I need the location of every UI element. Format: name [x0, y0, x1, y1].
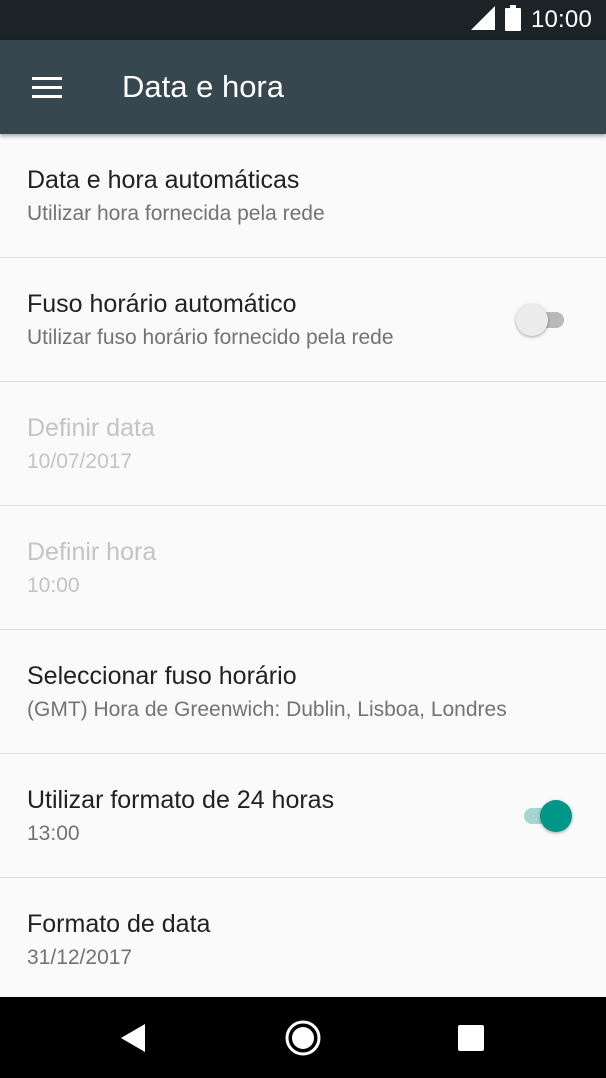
setting-subtitle: 10/07/2017	[27, 450, 133, 473]
recents-icon[interactable]	[431, 997, 511, 1078]
use-24h-switch[interactable]	[520, 799, 572, 833]
setting-subtitle: 31/12/2017	[27, 946, 133, 969]
setting-subtitle: (GMT) Hora de Greenwich: Dublin, Lisboa,…	[27, 698, 507, 721]
switch-thumb	[540, 800, 572, 832]
home-icon[interactable]	[263, 997, 343, 1078]
setting-date-format[interactable]: Formato de data 31/12/2017	[0, 878, 606, 1001]
setting-subtitle: 10:00	[27, 574, 80, 597]
status-bar: 10:00	[0, 0, 606, 40]
app-toolbar: Data e hora	[0, 40, 606, 134]
page-title: Data e hora	[122, 69, 284, 104]
hamburger-menu-icon[interactable]	[20, 63, 74, 111]
switch-thumb	[516, 304, 548, 336]
setting-subtitle: 13:00	[27, 822, 80, 845]
setting-subtitle: Utilizar fuso horário fornecido pela red…	[27, 326, 394, 349]
status-icons: 10:00	[470, 0, 592, 40]
setting-set-time: Definir hora 10:00	[0, 506, 606, 630]
setting-set-date: Definir data 10/07/2017	[0, 382, 606, 506]
setting-title: Formato de data	[27, 910, 211, 938]
cell-signal-icon	[470, 5, 495, 35]
setting-title: Data e hora automáticas	[27, 166, 300, 194]
setting-title: Utilizar formato de 24 horas	[27, 786, 335, 814]
settings-list: Data e hora automáticas Utilizar hora fo…	[0, 134, 606, 1001]
setting-use-24h[interactable]: Utilizar formato de 24 horas 13:00	[0, 754, 606, 878]
status-time: 10:00	[530, 6, 592, 33]
navigation-bar	[0, 997, 606, 1078]
setting-title: Definir hora	[27, 538, 157, 566]
setting-title: Fuso horário automático	[27, 290, 297, 318]
setting-auto-datetime[interactable]: Data e hora automáticas Utilizar hora fo…	[0, 134, 606, 258]
setting-title: Seleccionar fuso horário	[27, 662, 297, 690]
setting-auto-timezone[interactable]: Fuso horário automático Utilizar fuso ho…	[0, 258, 606, 382]
auto-timezone-switch[interactable]	[516, 303, 572, 337]
setting-subtitle: Utilizar hora fornecida pela rede	[27, 202, 325, 225]
setting-select-timezone[interactable]: Seleccionar fuso horário (GMT) Hora de G…	[0, 630, 606, 754]
setting-title: Definir data	[27, 414, 155, 442]
battery-icon	[504, 4, 521, 36]
back-icon[interactable]	[94, 997, 174, 1078]
